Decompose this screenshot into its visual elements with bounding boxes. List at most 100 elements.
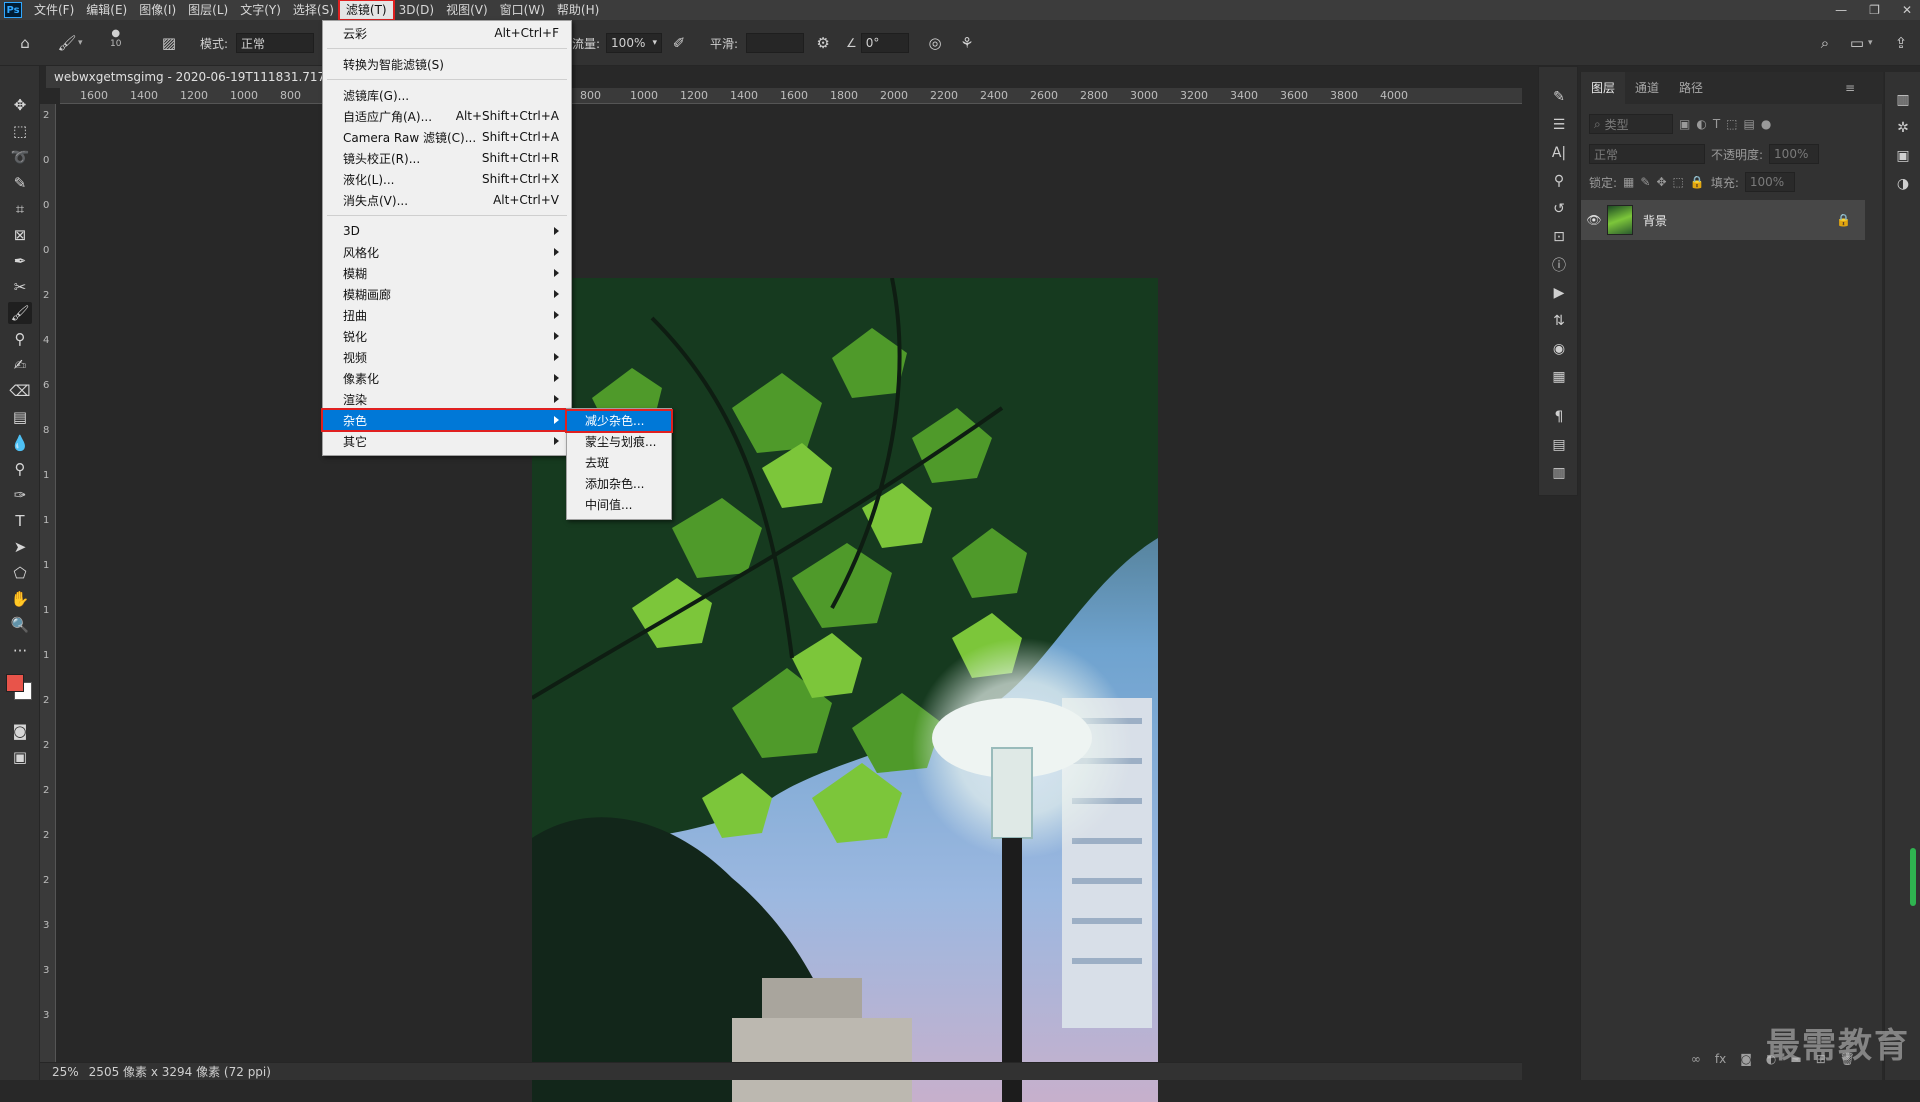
zoom-tool-icon[interactable]: 🔍 (8, 614, 32, 636)
symmetry-icon[interactable]: ⚘ (956, 32, 978, 54)
panel-menu-icon[interactable]: ≡ (1845, 72, 1883, 104)
document-size[interactable]: 2505 像素 x 3294 像素 (72 ppi) (89, 1063, 271, 1080)
noise-submenu-item[interactable]: 添加杂色... (567, 474, 671, 494)
marquee-tool-icon[interactable]: ⬚ (8, 120, 32, 142)
hand-tool-icon[interactable]: ✋ (8, 588, 32, 610)
notes-icon[interactable]: ▤ (1549, 435, 1569, 455)
filter-menu-item[interactable]: 杂色 (321, 408, 573, 432)
canvas-area[interactable] (56, 104, 1522, 1102)
link-icon[interactable]: ∞ (1691, 1052, 1701, 1072)
shape-tool-icon[interactable]: ⬠ (8, 562, 32, 584)
lock-all-icon[interactable]: 🔒 (1690, 175, 1705, 189)
filter-menu-item[interactable]: 扭曲 (323, 305, 571, 325)
visibility-eye-icon[interactable]: 👁 (1581, 213, 1607, 227)
lock-artboard-icon[interactable]: ⬚ (1673, 175, 1684, 189)
tool-presets-icon[interactable]: ☰ (1549, 115, 1569, 135)
menu-layer[interactable]: 图层(L) (182, 1, 234, 19)
blur-tool-icon[interactable]: 💧 (8, 432, 32, 454)
lock-pixels-icon[interactable]: ✎ (1640, 175, 1650, 189)
filter-menu-item[interactable]: 模糊画廊 (323, 284, 571, 304)
navigator-icon[interactable]: ✲ (1893, 118, 1913, 138)
zoom-level[interactable]: 25% (52, 1065, 79, 1079)
restore-button[interactable]: ❐ (1869, 3, 1880, 17)
filter-menu-item[interactable]: Camera Raw 滤镜(C)... Shift+Ctrl+A (323, 127, 571, 147)
path-select-tool-icon[interactable]: ➤ (8, 536, 32, 558)
share-icon[interactable]: ⇪ (1890, 32, 1912, 54)
dodge-tool-icon[interactable]: ⚲ (8, 458, 32, 480)
layer-row-background[interactable]: 👁 背景 🔒 (1581, 200, 1865, 240)
crop-tool-icon[interactable]: ⌗ (8, 198, 32, 220)
screen-mode-icon[interactable]: ▣ (8, 746, 32, 768)
menu-file[interactable]: 文件(F) (28, 1, 80, 19)
3d-panel-icon[interactable]: ◉ (1549, 339, 1569, 359)
menu-window[interactable]: 窗口(W) (494, 1, 551, 19)
lock-position-icon[interactable]: ✥ (1656, 175, 1666, 189)
pen-tool-icon[interactable]: ✑ (8, 484, 32, 506)
filter-menu-item[interactable]: 渲染 (323, 389, 571, 409)
filter-menu-item[interactable]: 镜头校正(R)... Shift+Ctrl+R (323, 148, 571, 168)
stamp-tool-icon[interactable]: ⚲ (8, 328, 32, 350)
tab-channels[interactable]: 通道 (1625, 72, 1669, 104)
brush-settings-icon[interactable]: ▨ (158, 32, 180, 54)
timeline-icon[interactable]: ⊡ (1549, 227, 1569, 247)
filter-menu-item[interactable]: 风格化 (323, 242, 571, 262)
noise-submenu-item[interactable]: 蒙尘与划痕... (567, 432, 671, 452)
smoothing-input[interactable] (746, 33, 805, 53)
filter-type-icon[interactable]: T (1713, 117, 1720, 131)
layer-name[interactable]: 背景 (1643, 212, 1667, 229)
quick-mask-icon[interactable]: ◙ (8, 720, 32, 742)
tab-layers[interactable]: 图层 (1581, 72, 1626, 104)
fill-input[interactable]: 100% (1744, 172, 1795, 192)
blend-mode-select[interactable]: 正常 (1589, 144, 1705, 164)
menu-type[interactable]: 文字(Y) (234, 1, 287, 19)
paragraph-icon[interactable]: ¶ (1549, 407, 1569, 427)
layer-filter-select[interactable]: ⌕ 类型 (1589, 114, 1673, 134)
filter-menu-item[interactable]: 像素化 (323, 368, 571, 388)
angle-input[interactable]: 0° (860, 33, 909, 53)
filter-menu-item[interactable]: 锐化 (323, 326, 571, 346)
noise-submenu-item[interactable]: 去斑 (567, 453, 671, 473)
adjustments-icon[interactable]: ◑ (1893, 174, 1913, 194)
menu-select[interactable]: 选择(S) (287, 1, 340, 19)
opacity-input[interactable]: 100% (1769, 144, 1820, 164)
properties-icon[interactable]: ⇅ (1549, 311, 1569, 331)
healing-tool-icon[interactable]: ✂ (8, 276, 32, 298)
libraries-icon[interactable]: ▣ (1893, 146, 1913, 166)
tab-paths[interactable]: 路径 (1669, 72, 1713, 104)
mask-icon[interactable]: ◙ (1740, 1052, 1752, 1072)
info-panel-icon[interactable]: ⓘ (1549, 255, 1569, 275)
filter-menu-item[interactable]: 转换为智能滤镜(S) (323, 54, 571, 74)
filter-toggle-icon[interactable]: ● (1761, 117, 1771, 131)
more-tools-icon[interactable]: ··· (8, 640, 32, 662)
menu-help[interactable]: 帮助(H) (551, 1, 605, 19)
menu-image[interactable]: 图像(I) (133, 1, 182, 19)
histogram-icon[interactable]: ▥ (1893, 90, 1913, 110)
filter-smart-icon[interactable]: ▤ (1744, 117, 1755, 131)
eraser-tool-icon[interactable]: ⌫ (8, 380, 32, 402)
brush-preset-picker[interactable]: ● 10 (110, 28, 121, 58)
lasso-tool-icon[interactable]: ➰ (8, 146, 32, 168)
search-icon[interactable]: ⌕ (1814, 32, 1836, 54)
character-panel-icon[interactable]: A| (1549, 143, 1569, 163)
minimize-button[interactable]: — (1835, 3, 1847, 17)
filter-menu-item[interactable]: 自适应广角(A)... Alt+Shift+Ctrl+A (323, 106, 571, 126)
document-image[interactable] (532, 278, 1158, 1102)
airbrush-icon[interactable]: ✐ (668, 32, 690, 54)
brush-tool-icon[interactable]: 🖌 (8, 302, 32, 324)
lock-transparent-icon[interactable]: ▦ (1623, 175, 1634, 189)
brush-tool-icon[interactable]: 🖌 (56, 32, 78, 54)
filter-menu-item[interactable]: 滤镜库(G)... (323, 85, 571, 105)
noise-submenu-item[interactable]: 减少杂色... (565, 409, 673, 433)
filter-menu-item[interactable]: 模糊 (323, 263, 571, 283)
type-tool-icon[interactable]: T (8, 510, 32, 532)
glyphs-icon[interactable]: ▥ (1549, 463, 1569, 483)
filter-pixel-icon[interactable]: ▣ (1679, 117, 1690, 131)
color-swatches[interactable] (6, 670, 36, 706)
home-icon[interactable]: ⌂ (14, 32, 36, 54)
eyedropper-tool-icon[interactable]: ✒ (8, 250, 32, 272)
menu-view[interactable]: 视图(V) (440, 1, 494, 19)
close-button[interactable]: ✕ (1902, 3, 1912, 17)
smoothing-settings-icon[interactable]: ⚙ (812, 32, 834, 54)
noise-submenu-item[interactable]: 中间值... (567, 495, 671, 515)
menu-filter[interactable]: 滤镜(T) (337, 0, 395, 21)
